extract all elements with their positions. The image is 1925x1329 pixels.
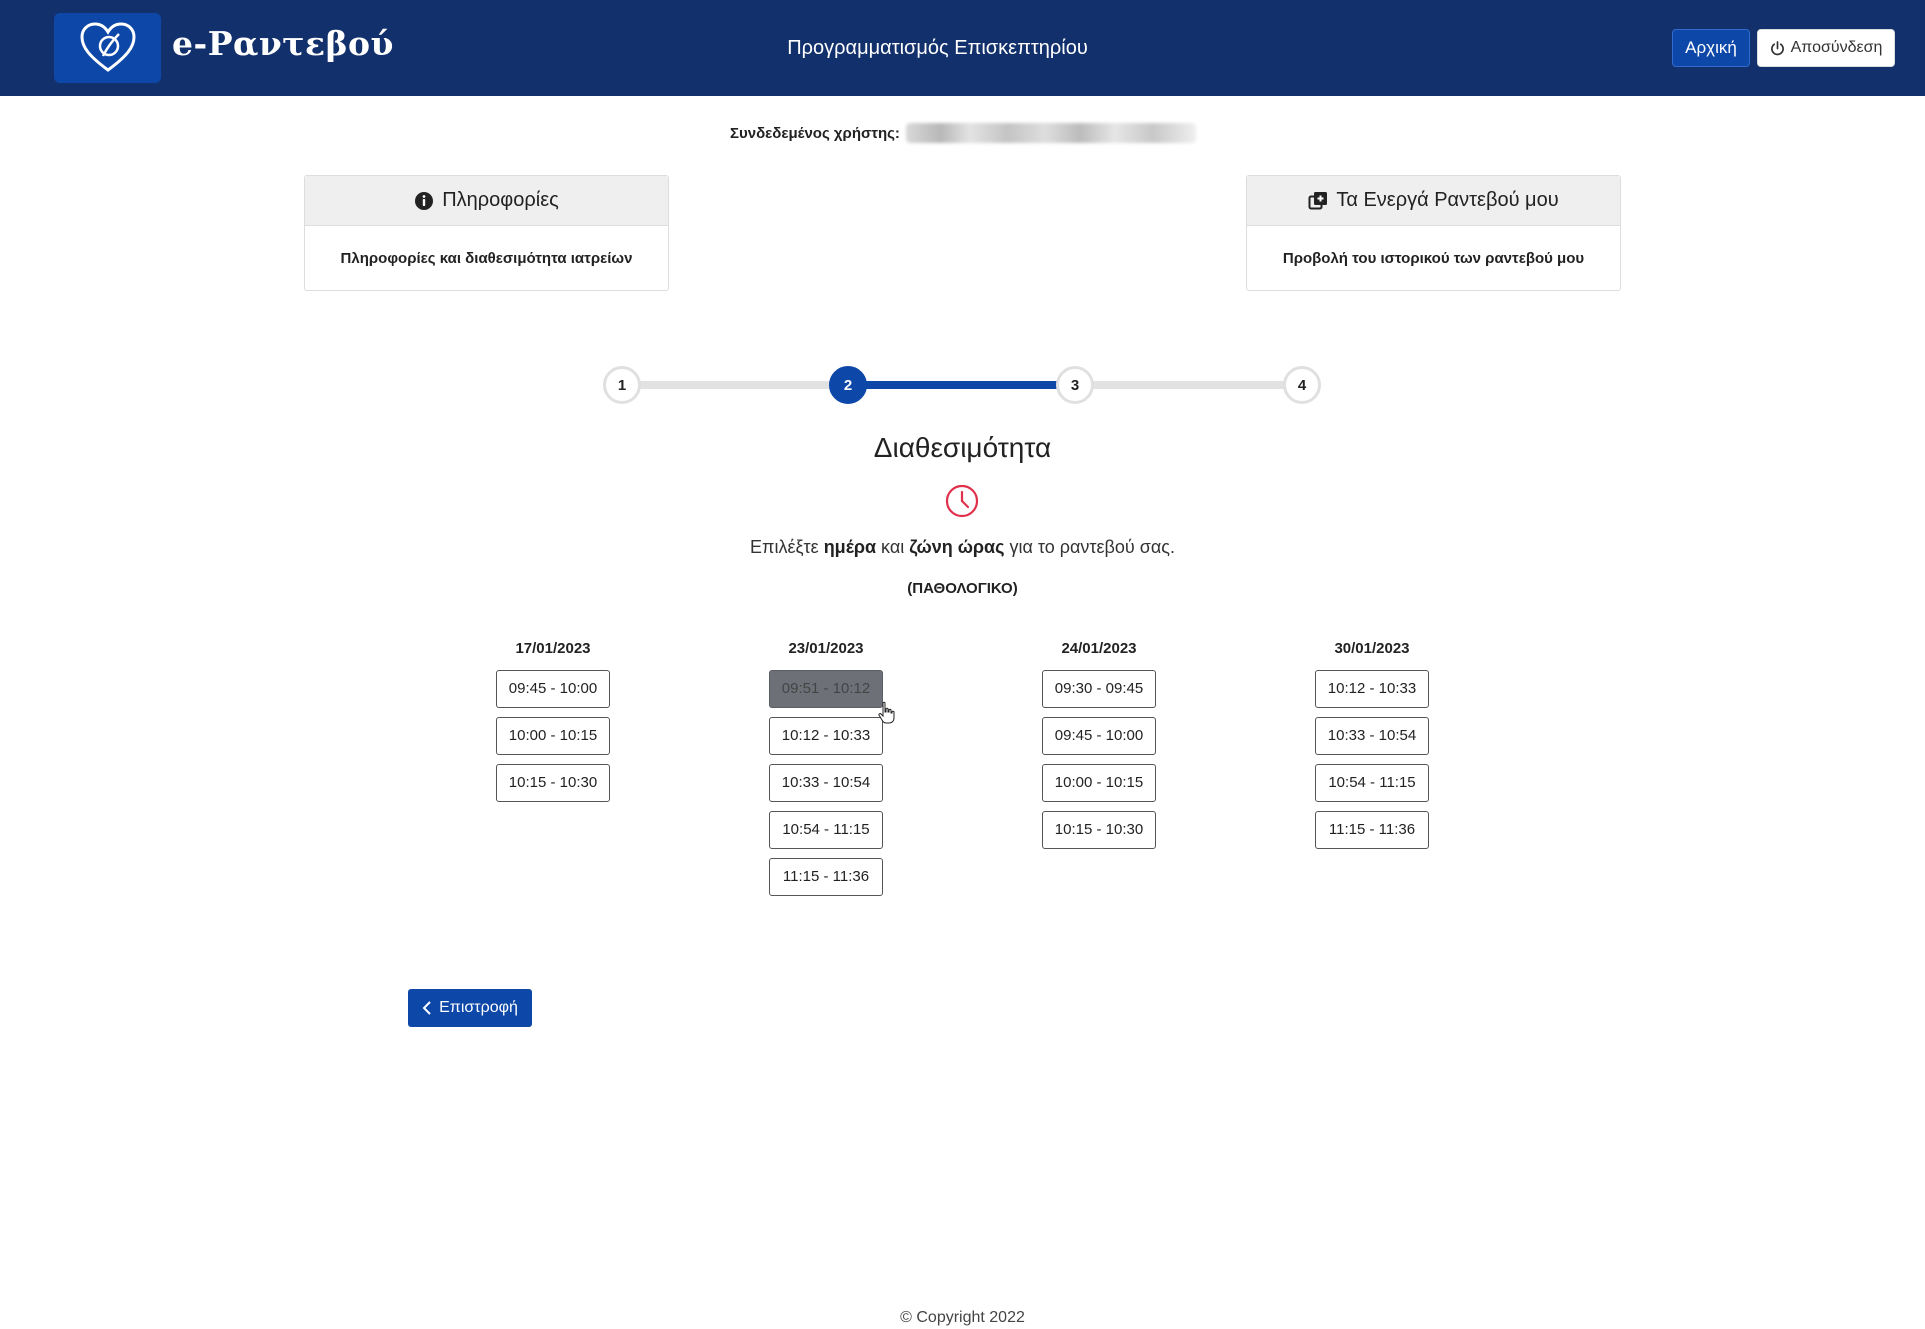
step-2: 2 bbox=[829, 366, 867, 404]
time-slot-button[interactable]: 10:54 - 11:15 bbox=[769, 811, 883, 849]
stepper-connector-1 bbox=[623, 381, 850, 389]
instruction-text-3: για το ραντεβού σας. bbox=[1004, 537, 1175, 557]
power-icon bbox=[1770, 40, 1784, 55]
time-slot-button[interactable]: 10:33 - 10:54 bbox=[1315, 717, 1429, 755]
stepper-connector-3 bbox=[1077, 381, 1303, 389]
time-slot-button[interactable]: 09:30 - 09:45 bbox=[1042, 670, 1156, 708]
home-button[interactable]: Αρχική bbox=[1672, 29, 1750, 67]
time-slot-button[interactable]: 09:45 - 10:00 bbox=[496, 670, 610, 708]
time-slot-button[interactable]: 10:15 - 10:30 bbox=[1042, 811, 1156, 849]
time-slot-button[interactable]: 09:45 - 10:00 bbox=[1042, 717, 1156, 755]
logout-button[interactable]: Αποσύνδεση bbox=[1757, 29, 1895, 67]
day-column: 24/01/2023 09:30 - 09:45 09:45 - 10:00 1… bbox=[999, 640, 1199, 858]
day-column: 30/01/2023 10:12 - 10:33 10:33 - 10:54 1… bbox=[1272, 640, 1472, 858]
chevron-left-icon bbox=[422, 1001, 431, 1015]
instruction-text-2: και bbox=[876, 537, 910, 557]
instruction-text-1: Επιλέξτε bbox=[750, 537, 824, 557]
time-slot-button[interactable]: 10:54 - 11:15 bbox=[1315, 764, 1429, 802]
info-card-header: Πληροφορίες bbox=[305, 176, 668, 226]
logged-in-user-label: Συνδεδεμένος χρήστης: bbox=[730, 124, 900, 142]
active-appointments-card-body: Προβολή του ιστορικού των ραντεβού μου bbox=[1282, 249, 1585, 267]
redacted-username bbox=[905, 123, 1196, 143]
back-button[interactable]: Επιστροφή bbox=[408, 989, 532, 1027]
add-copy-icon bbox=[1308, 191, 1328, 209]
logged-in-user: Συνδεδεμένος χρήστης: bbox=[730, 123, 1196, 143]
day-date: 23/01/2023 bbox=[788, 640, 864, 657]
time-slot-button[interactable]: 10:15 - 10:30 bbox=[496, 764, 610, 802]
instruction-time-zone: ζώνη ώρας bbox=[909, 537, 1005, 557]
time-slot-button[interactable]: 10:00 - 10:15 bbox=[496, 717, 610, 755]
active-appointments-card-title: Τα Ενεργά Ραντεβού μου bbox=[1336, 189, 1559, 211]
day-date: 30/01/2023 bbox=[1334, 640, 1410, 657]
active-appointments-card-header: Τα Ενεργά Ραντεβού μου bbox=[1247, 176, 1620, 226]
time-slot-button[interactable]: 11:15 - 11:36 bbox=[1315, 811, 1429, 849]
info-card-body: Πληροφορίες και διαθεσιμότητα ιατρείων bbox=[340, 249, 633, 267]
time-slot-button[interactable]: 10:00 - 10:15 bbox=[1042, 764, 1156, 802]
step-4: 4 bbox=[1283, 366, 1321, 404]
time-slot-button[interactable]: 10:12 - 10:33 bbox=[1315, 670, 1429, 708]
time-slot-button[interactable]: 10:12 - 10:33 bbox=[769, 717, 883, 755]
time-slot-button[interactable]: 09:51 - 10:12 bbox=[769, 670, 883, 708]
clock-icon bbox=[945, 484, 979, 518]
page-header-title: Προγραμματισμός Επισκεπτηρίου bbox=[787, 37, 1088, 59]
instruction-day: ημέρα bbox=[823, 537, 877, 557]
availability-title: Διαθεσιμότητα bbox=[873, 432, 1052, 463]
step-1: 1 bbox=[603, 366, 641, 404]
time-slot-button[interactable]: 10:33 - 10:54 bbox=[769, 764, 883, 802]
availability-instruction: Επιλέξτε ημέρα και ζώνη ώρας για το ραντ… bbox=[0, 537, 1925, 558]
logout-button-label: Αποσύνδεση bbox=[1790, 39, 1883, 56]
specialty-label: (ΠΑΘΟΛΟΓΙΚΟ) bbox=[907, 580, 1018, 597]
day-column: 23/01/2023 09:51 - 10:12 10:12 - 10:33 1… bbox=[726, 640, 926, 905]
top-navbar: e-Ραντεβού Προγραμματισμός Επισκεπτηρίου… bbox=[0, 0, 1925, 96]
time-slot-button[interactable]: 11:15 - 11:36 bbox=[769, 858, 883, 896]
footer-copyright: © Copyright 2022 bbox=[900, 1309, 1025, 1326]
step-3: 3 bbox=[1056, 366, 1094, 404]
home-button-label: Αρχική bbox=[1685, 38, 1737, 57]
day-column: 17/01/2023 09:45 - 10:00 10:00 - 10:15 1… bbox=[453, 640, 653, 811]
day-date: 24/01/2023 bbox=[1061, 640, 1137, 657]
day-date: 17/01/2023 bbox=[515, 640, 591, 657]
hand-cursor-icon bbox=[878, 701, 895, 724]
back-button-label: Επιστροφή bbox=[439, 999, 518, 1016]
stepper-connector-2 bbox=[850, 381, 1077, 389]
info-circle-icon bbox=[415, 191, 434, 210]
info-card[interactable]: Πληροφορίες Πληροφορίες και διαθεσιμότητ… bbox=[304, 175, 669, 291]
info-card-title: Πληροφορίες bbox=[442, 189, 559, 211]
active-appointments-card[interactable]: Τα Ενεργά Ραντεβού μου Προβολή του ιστορ… bbox=[1246, 175, 1621, 291]
